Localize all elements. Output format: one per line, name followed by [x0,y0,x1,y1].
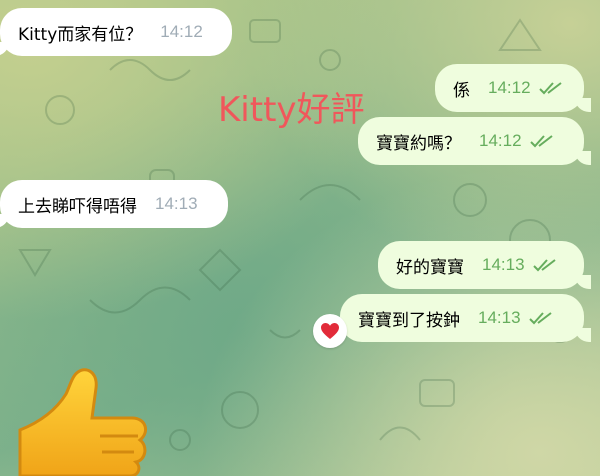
message-time: 14:12 [160,22,203,41]
message-text: 上去睇吓得唔得 [18,196,137,217]
overlay-caption: Kitty好評 [218,90,365,130]
heart-icon [321,323,339,339]
message-text: 係 [453,80,470,101]
message-time: 14:13 [482,255,525,274]
message-bubble-incoming[interactable]: 上去睇吓得唔得 14:13 [0,180,228,228]
double-check-icon [528,312,552,325]
message-time: 14:12 [479,131,522,150]
double-check-icon [538,82,562,95]
message-text: 好的寶寶 [396,257,464,278]
message-bubble-outgoing[interactable]: 好的寶寶 14:13 [378,241,591,289]
message-bubble-outgoing[interactable]: 寶寶約嗎？ 14:12 [358,117,591,165]
message-text: Kitty而家有位？ [18,24,143,45]
double-check-icon [529,135,553,148]
message-text: 寶寶到了按鈡 [358,310,460,331]
heart-reaction-icon[interactable] [313,314,347,348]
message-bubble-outgoing[interactable]: 寶寶到了按鈡 14:13 [340,294,591,342]
message-time: 14:13 [478,308,521,327]
message-time: 14:13 [155,194,198,213]
message-bubble-outgoing[interactable]: 係 14:12 [435,64,591,112]
message-time: 14:12 [488,78,531,97]
message-text: 寶寶約嗎？ [376,133,461,154]
message-bubble-incoming[interactable]: Kitty而家有位？ 14:12 [0,8,232,56]
thumbs-up-sticker-icon[interactable] [0,360,150,476]
double-check-icon [532,259,556,272]
